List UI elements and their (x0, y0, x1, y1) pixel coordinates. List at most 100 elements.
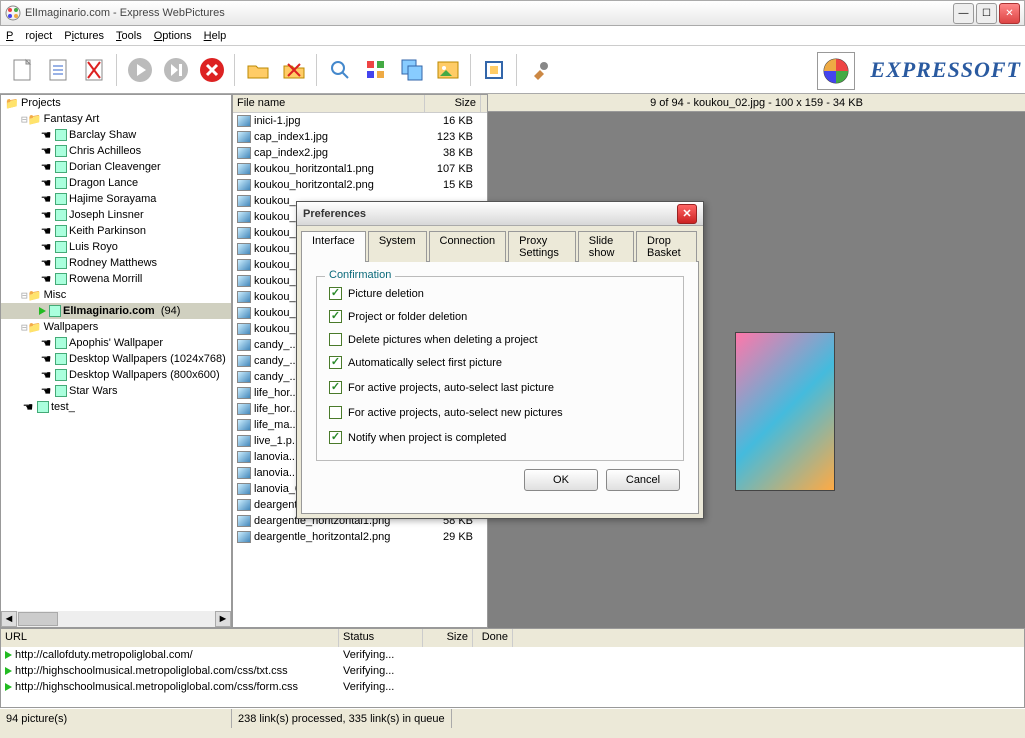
url-col-size[interactable]: Size (423, 629, 473, 647)
menu-project[interactable]: Project (6, 30, 52, 42)
file-row[interactable]: koukou_horitzontal2.png15 KB (233, 177, 487, 193)
url-col-done[interactable]: Done (473, 629, 513, 647)
file-row[interactable]: cap_index2.jpg38 KB (233, 145, 487, 161)
step-button[interactable] (160, 54, 192, 86)
color-wheel-icon[interactable] (817, 52, 855, 90)
url-row[interactable]: http://highschoolmusical.metropoliglobal… (1, 679, 1024, 695)
image-icon (237, 467, 251, 479)
tree-item[interactable]: Luis Royo (1, 239, 231, 255)
cascade-button[interactable] (396, 54, 428, 86)
dialog-tab-proxy-settings[interactable]: Proxy Settings (508, 231, 576, 262)
image-icon (237, 403, 251, 415)
checkbox[interactable] (329, 381, 342, 394)
image-icon (237, 387, 251, 399)
url-panel: URL Status Size Done http://callofduty.m… (0, 628, 1025, 708)
maximize-button[interactable]: ☐ (976, 3, 997, 24)
tree-item[interactable]: Hajime Sorayama (1, 191, 231, 207)
tree-item[interactable]: Desktop Wallpapers (800x600) (1, 367, 231, 383)
tree-folder-fantasy[interactable]: ⊟📁Fantasy Art (1, 111, 231, 127)
image-icon (237, 163, 251, 175)
menu-pictures[interactable]: Pictures (64, 30, 104, 42)
tree-item[interactable]: Rodney Matthews (1, 255, 231, 271)
delete-folder-button[interactable] (278, 54, 310, 86)
tree-item-test[interactable]: test_ (1, 399, 231, 415)
dialog-tab-interface[interactable]: Interface (301, 231, 366, 262)
tree-item[interactable]: Keith Parkinson (1, 223, 231, 239)
new-project-button[interactable] (6, 54, 38, 86)
hand-icon (39, 176, 53, 190)
edit-project-button[interactable] (42, 54, 74, 86)
menu-help[interactable]: Help (204, 30, 227, 42)
minimize-button[interactable]: — (953, 3, 974, 24)
close-button[interactable]: ✕ (999, 3, 1020, 24)
image-icon (237, 211, 251, 223)
ok-button[interactable]: OK (524, 469, 598, 491)
menu-tools[interactable]: Tools (116, 30, 142, 42)
file-row[interactable]: koukou_horitzontal1.png107 KB (233, 161, 487, 177)
hand-icon (39, 128, 53, 142)
stop-button[interactable] (196, 54, 228, 86)
image-icon (237, 531, 251, 543)
image-icon (237, 371, 251, 383)
tree-scrollbar[interactable]: ◄► (1, 611, 231, 627)
image-icon (237, 339, 251, 351)
checkbox-label: Notify when project is completed (348, 432, 506, 444)
tree-item[interactable]: Rowena Morrill (1, 271, 231, 287)
dialog-tab-connection[interactable]: Connection (429, 231, 507, 262)
project-tree[interactable]: 📁Projects ⊟📁Fantasy Art Barclay ShawChri… (0, 94, 232, 628)
tree-folder-misc[interactable]: ⊟📁Misc (1, 287, 231, 303)
url-row[interactable]: http://highschoolmusical.metropoliglobal… (1, 663, 1024, 679)
file-row[interactable]: cap_index1.jpg123 KB (233, 129, 487, 145)
confirmation-legend: Confirmation (325, 269, 395, 281)
tree-folder-wallpapers[interactable]: ⊟📁Wallpapers (1, 319, 231, 335)
file-col-name[interactable]: File name (233, 95, 425, 112)
image-icon (237, 483, 251, 495)
checkbox[interactable] (329, 333, 342, 346)
grid-button[interactable] (360, 54, 392, 86)
checkbox[interactable] (329, 406, 342, 419)
search-button[interactable] (324, 54, 356, 86)
tree-root[interactable]: 📁Projects (1, 95, 231, 111)
url-col-url[interactable]: URL (1, 629, 339, 647)
file-col-size[interactable]: Size (425, 95, 481, 112)
tools-button[interactable] (524, 54, 556, 86)
checkbox[interactable] (329, 356, 342, 369)
open-folder-button[interactable] (242, 54, 274, 86)
dialog-close-button[interactable]: ✕ (677, 204, 697, 224)
dialog-tab-system[interactable]: System (368, 231, 427, 262)
dialog-tab-drop-basket[interactable]: Drop Basket (636, 231, 697, 262)
checkbox[interactable] (329, 287, 342, 300)
url-row[interactable]: http://callofduty.metropoliglobal.com/Ve… (1, 647, 1024, 663)
dialog-tab-slide-show[interactable]: Slide show (578, 231, 634, 262)
tree-item[interactable]: Barclay Shaw (1, 127, 231, 143)
image-icon (237, 355, 251, 367)
hand-icon (39, 336, 53, 350)
tree-item[interactable]: Dorian Cleavenger (1, 159, 231, 175)
url-col-status[interactable]: Status (339, 629, 423, 647)
image-icon (237, 291, 251, 303)
tree-item[interactable]: Desktop Wallpapers (1024x768) (1, 351, 231, 367)
hand-icon (39, 160, 53, 174)
tree-item-elimaginario[interactable]: ElImaginario.com (94) (1, 303, 231, 319)
checkbox[interactable] (329, 431, 342, 444)
tree-item[interactable]: Star Wars (1, 383, 231, 399)
delete-project-button[interactable] (78, 54, 110, 86)
play-icon (5, 667, 12, 675)
tree-item[interactable]: Joseph Linsner (1, 207, 231, 223)
checkbox-label: Picture deletion (348, 288, 424, 300)
picture-button[interactable] (432, 54, 464, 86)
fullscreen-button[interactable] (478, 54, 510, 86)
preview-image (735, 332, 835, 491)
checkbox[interactable] (329, 310, 342, 323)
file-row[interactable]: inici-1.jpg16 KB (233, 113, 487, 129)
tree-item[interactable]: Chris Achilleos (1, 143, 231, 159)
tree-item[interactable]: Dragon Lance (1, 175, 231, 191)
app-icon (5, 5, 21, 21)
statusbar: 94 picture(s) 238 link(s) processed, 335… (0, 708, 1025, 728)
play-button[interactable] (124, 54, 156, 86)
file-row[interactable]: deargentle_horitzontal2.png29 KB (233, 529, 487, 545)
cancel-button[interactable]: Cancel (606, 469, 680, 491)
menu-options[interactable]: Options (154, 30, 192, 42)
tree-item[interactable]: Apophis' Wallpaper (1, 335, 231, 351)
image-icon (237, 259, 251, 271)
